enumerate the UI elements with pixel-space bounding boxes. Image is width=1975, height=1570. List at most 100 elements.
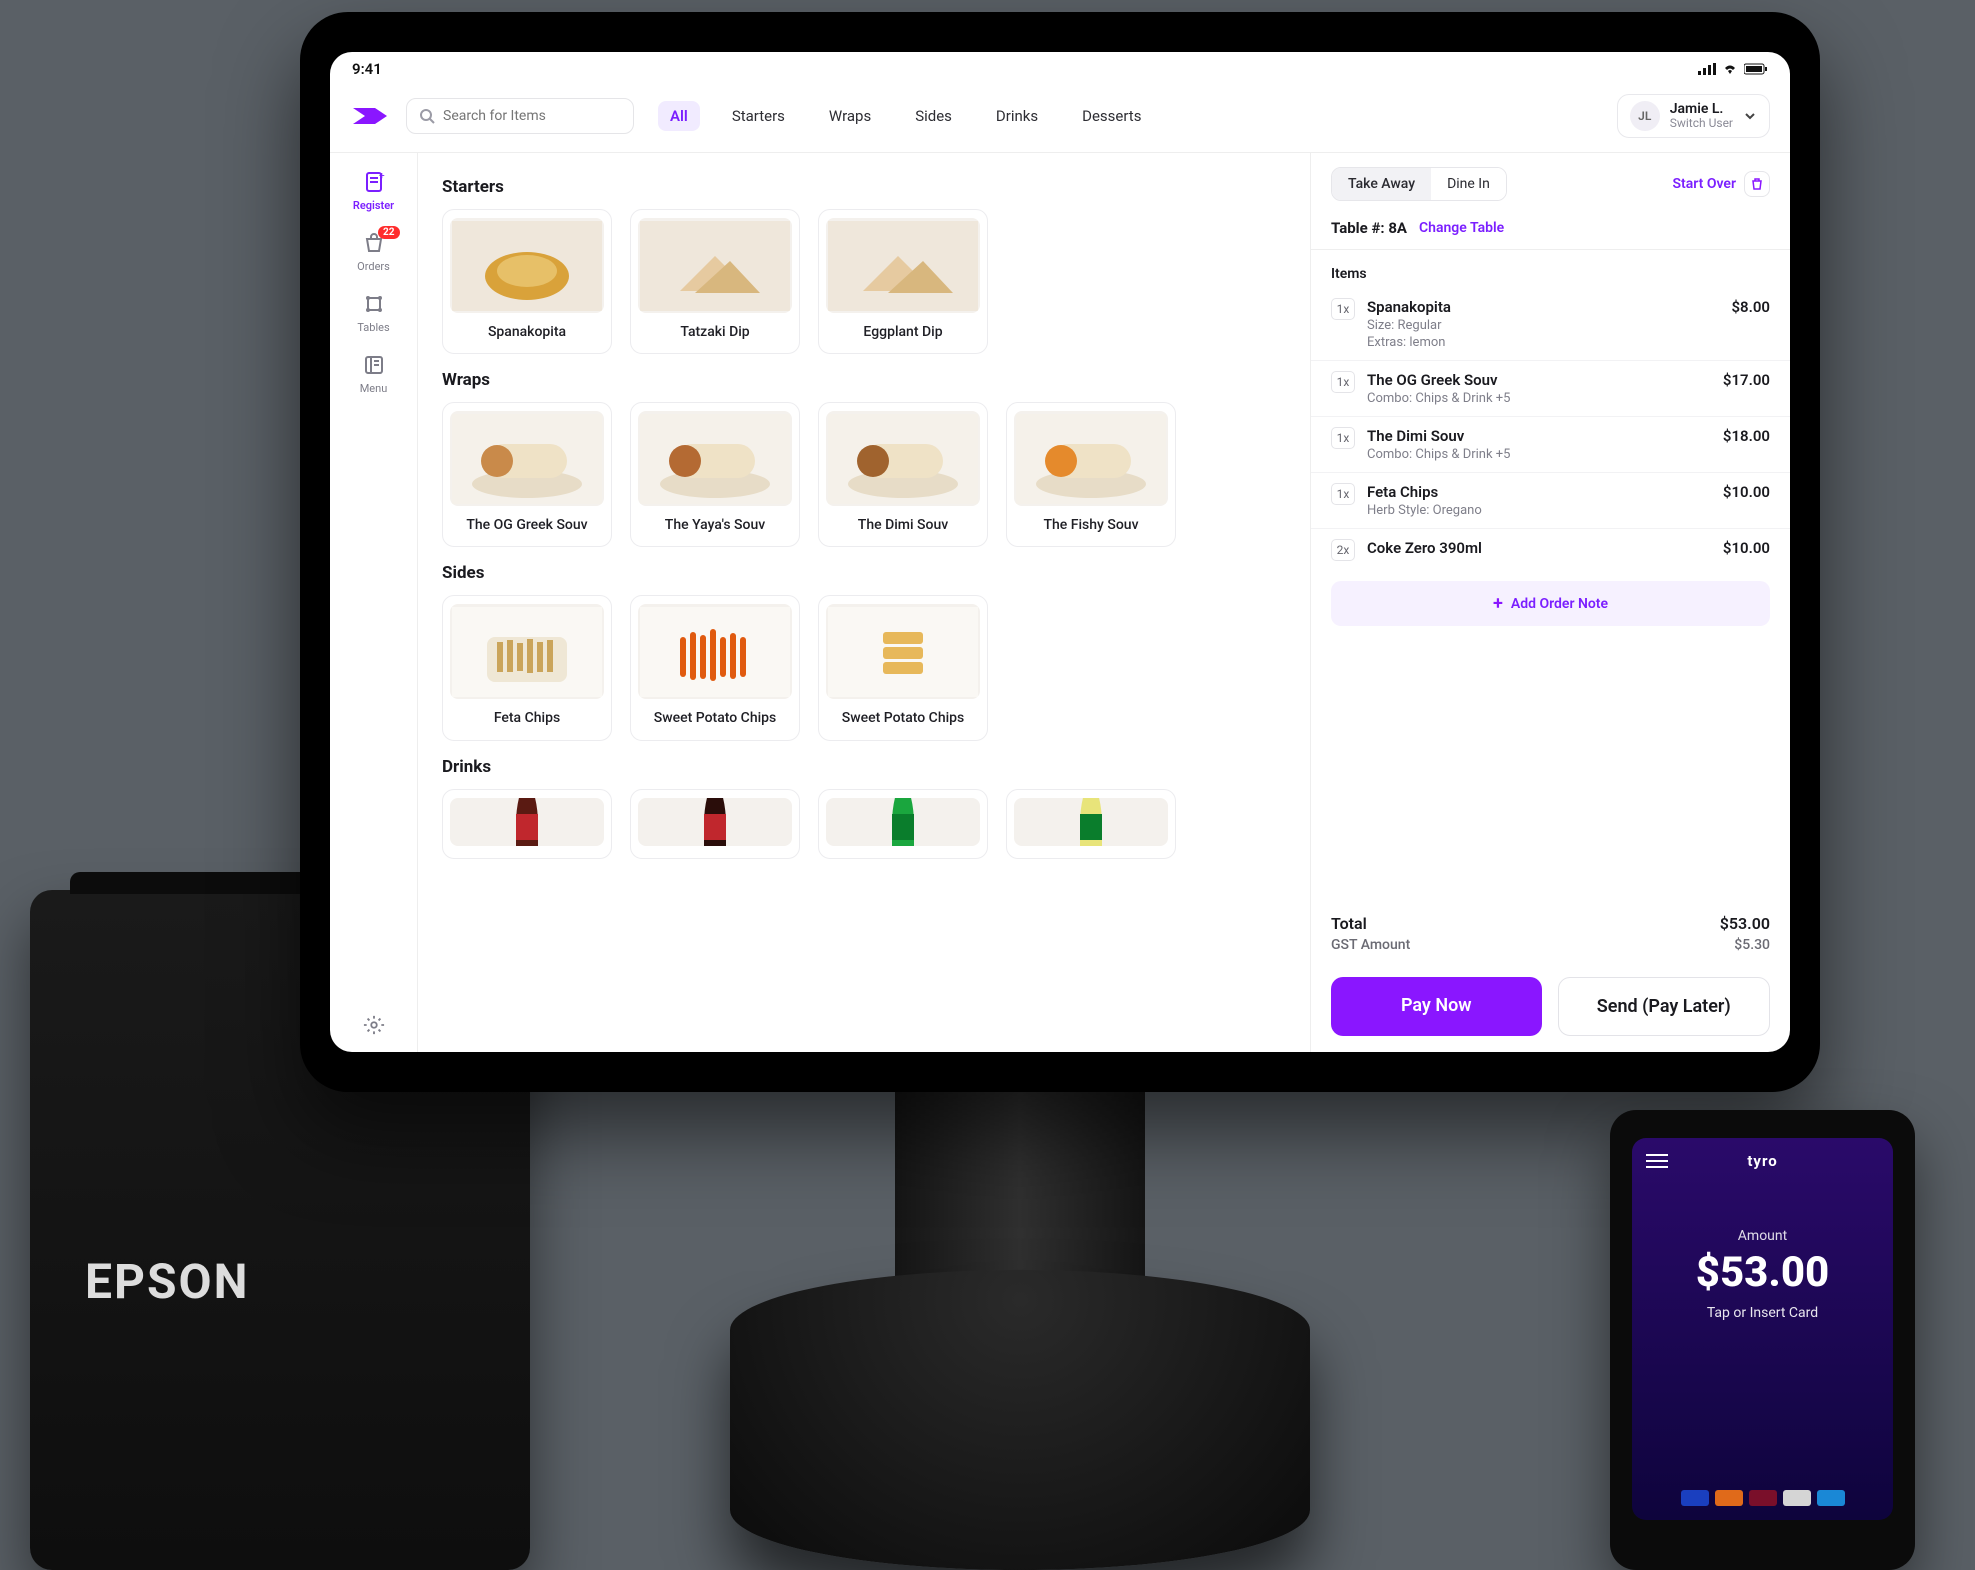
line-qty: 1x: [1331, 427, 1355, 449]
product-name: Feta Chips: [494, 709, 560, 727]
category-desserts[interactable]: Desserts: [1070, 101, 1153, 131]
avatar: JL: [1630, 101, 1660, 131]
product-image: [1014, 411, 1168, 506]
menu-icon: [361, 352, 387, 378]
dine-in-button[interactable]: Dine In: [1431, 168, 1506, 200]
line-price: $17.00: [1723, 371, 1770, 406]
sidebar-item-label: Tables: [357, 321, 389, 334]
user-switcher[interactable]: JL Jamie L. Switch User: [1617, 94, 1770, 138]
start-over-button[interactable]: Start Over: [1673, 171, 1770, 197]
line-qty: 1x: [1331, 483, 1355, 505]
product-image: [450, 604, 604, 699]
product-card[interactable]: [818, 789, 988, 859]
order-line[interactable]: 1x The OG Greek Souv Combo: Chips & Drin…: [1311, 361, 1790, 417]
section-title: Drinks: [442, 757, 1286, 777]
terminal-menu-icon[interactable]: [1646, 1154, 1668, 1168]
sidebar-item-label: Menu: [360, 382, 388, 395]
product-card[interactable]: Sweet Potato Chips: [630, 595, 800, 740]
product-image: [826, 411, 980, 506]
line-price: $18.00: [1723, 427, 1770, 462]
receipt-icon: +: [361, 169, 387, 195]
order-line[interactable]: 2x Coke Zero 390ml $10.00: [1311, 529, 1790, 571]
line-name: The Dimi Souv: [1367, 427, 1711, 445]
status-time: 9:41: [352, 60, 382, 78]
product-card[interactable]: The Dimi Souv: [818, 402, 988, 547]
product-image: [450, 411, 604, 506]
product-card[interactable]: [1006, 789, 1176, 859]
category-starters[interactable]: Starters: [720, 101, 797, 131]
product-card[interactable]: [630, 789, 800, 859]
add-order-note-button[interactable]: + Add Order Note: [1331, 581, 1770, 626]
product-name: Sweet Potato Chips: [842, 709, 965, 727]
category-sides[interactable]: Sides: [903, 101, 964, 131]
start-over-label: Start Over: [1673, 176, 1736, 192]
card-terminal: tyro Amount $53.00 Tap or Insert Card: [1610, 1110, 1915, 1570]
user-name: Jamie L.: [1670, 102, 1733, 117]
pay-now-button[interactable]: Pay Now: [1331, 977, 1542, 1036]
product-card[interactable]: The Yaya's Souv: [630, 402, 800, 547]
printer-brand: EPSON: [85, 1253, 249, 1310]
product-name: Spanakopita: [488, 323, 566, 341]
total-value: $53.00: [1720, 914, 1770, 933]
product-card[interactable]: Tatzaki Dip: [630, 209, 800, 354]
product-image: [450, 798, 604, 846]
settings-button[interactable]: [363, 1014, 385, 1036]
add-note-label: Add Order Note: [1511, 596, 1608, 612]
order-line[interactable]: 1x The Dimi Souv Combo: Chips & Drink +5…: [1311, 417, 1790, 473]
search-field[interactable]: [443, 108, 621, 124]
product-card[interactable]: Eggplant Dip: [818, 209, 988, 354]
product-image: [450, 218, 604, 313]
terminal-amount: $53.00: [1696, 1248, 1830, 1297]
gst-value: $5.30: [1734, 937, 1770, 953]
product-card[interactable]: Feta Chips: [442, 595, 612, 740]
total-label: Total: [1331, 914, 1367, 933]
product-card[interactable]: The OG Greek Souv: [442, 402, 612, 547]
product-name: The OG Greek Souv: [466, 516, 587, 534]
product-image: [638, 604, 792, 699]
line-sub: Extras: lemon: [1367, 335, 1719, 350]
product-image: [1014, 798, 1168, 846]
product-name: Tatzaki Dip: [680, 323, 749, 341]
product-card[interactable]: Spanakopita: [442, 209, 612, 354]
sidebar-item-register[interactable]: + Register: [342, 169, 406, 212]
sidebar-item-tables[interactable]: Tables: [342, 291, 406, 334]
product-image: [638, 218, 792, 313]
category-wraps[interactable]: Wraps: [817, 101, 883, 131]
product-name: Eggplant Dip: [863, 323, 942, 341]
plus-icon: +: [1493, 593, 1503, 614]
change-table-button[interactable]: Change Table: [1419, 220, 1504, 236]
take-away-button[interactable]: Take Away: [1332, 168, 1431, 200]
order-mode-toggle: Take Away Dine In: [1331, 167, 1507, 201]
product-card[interactable]: [442, 789, 612, 859]
product-name: The Fishy Souv: [1043, 516, 1138, 534]
product-image: [638, 411, 792, 506]
svg-text:+: +: [379, 171, 385, 182]
table-label: Table #: 8A: [1331, 219, 1407, 237]
line-sub: Combo: Chips & Drink +5: [1367, 391, 1711, 406]
category-all[interactable]: All: [658, 101, 700, 131]
app-screen: 9:41: [330, 52, 1790, 1052]
category-tabs: All Starters Wraps Sides Drinks Desserts: [658, 101, 1153, 131]
search-input[interactable]: [406, 98, 634, 134]
category-drinks[interactable]: Drinks: [984, 101, 1050, 131]
product-image: [826, 218, 980, 313]
line-name: Feta Chips: [1367, 483, 1711, 501]
line-price: $8.00: [1731, 298, 1770, 350]
terminal-amount-label: Amount: [1738, 1228, 1787, 1244]
send-pay-later-button[interactable]: Send (Pay Later): [1558, 977, 1771, 1036]
trash-icon: [1744, 171, 1770, 197]
product-name: The Yaya's Souv: [665, 516, 765, 534]
line-name: Coke Zero 390ml: [1367, 539, 1711, 557]
terminal-screen: tyro Amount $53.00 Tap or Insert Card: [1632, 1138, 1893, 1520]
line-qty: 1x: [1331, 298, 1355, 320]
order-line[interactable]: 1x Spanakopita Size: Regular Extras: lem…: [1311, 288, 1790, 361]
sidebar-item-label: Register: [353, 199, 394, 212]
orders-badge: 22: [378, 226, 399, 239]
order-line[interactable]: 1x Feta Chips Herb Style: Oregano $10.00: [1311, 473, 1790, 529]
product-card[interactable]: The Fishy Souv: [1006, 402, 1176, 547]
product-image: [826, 604, 980, 699]
sidebar-item-orders[interactable]: 22 Orders: [342, 230, 406, 273]
sidebar-item-menu[interactable]: Menu: [342, 352, 406, 395]
product-card[interactable]: Sweet Potato Chips: [818, 595, 988, 740]
user-action: Switch User: [1670, 117, 1733, 130]
